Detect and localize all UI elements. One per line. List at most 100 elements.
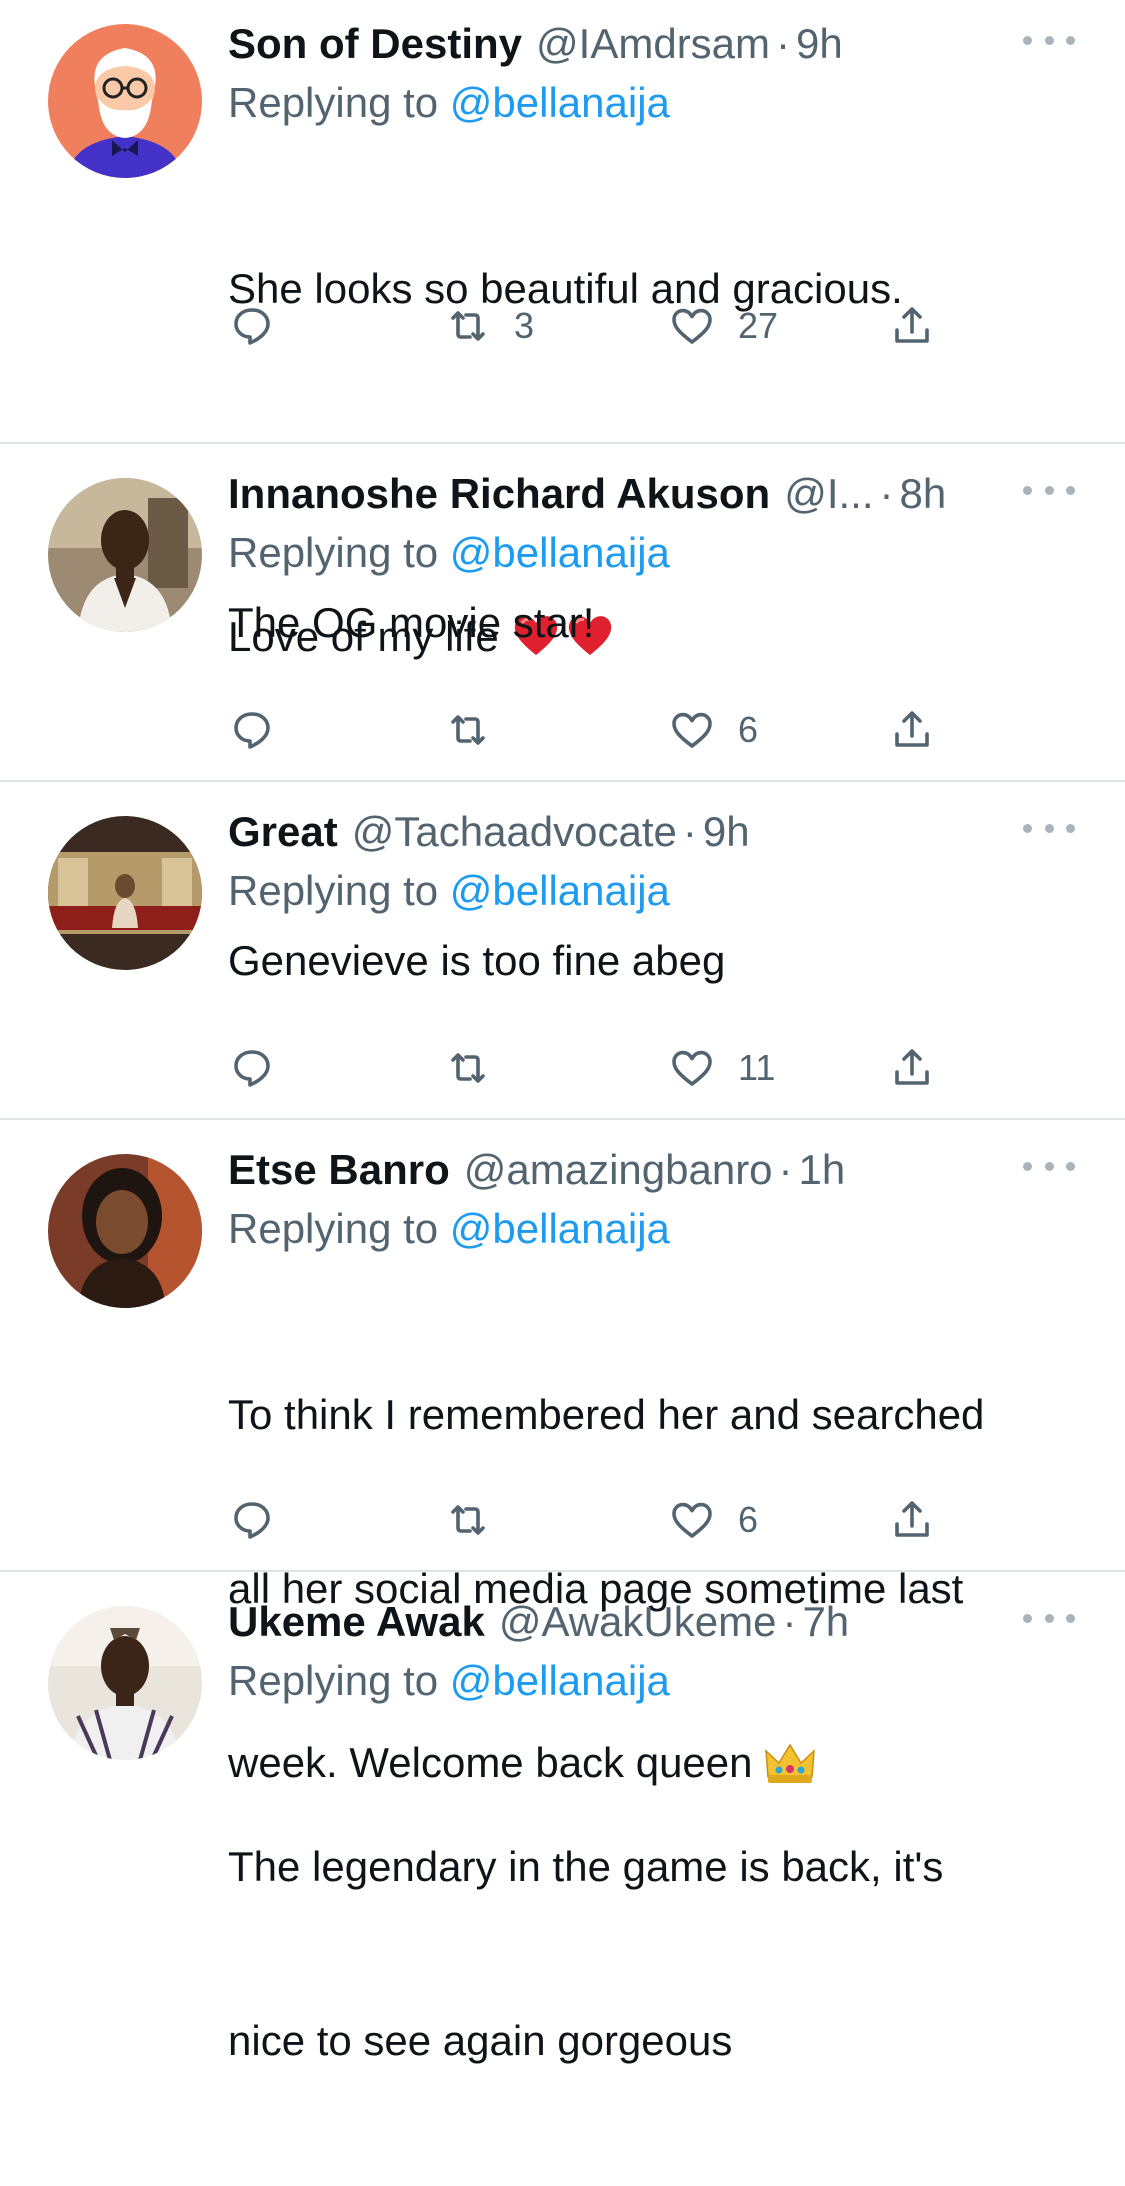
tweet-header: Etse Banro @amazingbanro · 1h bbox=[228, 1140, 1065, 1200]
retweet-icon bbox=[451, 311, 485, 341]
retweet-icon bbox=[451, 1505, 485, 1535]
separator-dot: · bbox=[879, 470, 894, 517]
avatar[interactable] bbox=[48, 478, 202, 632]
like-button[interactable]: 6 bbox=[668, 700, 758, 760]
share-button[interactable] bbox=[888, 1490, 936, 1550]
more-options-icon[interactable] bbox=[1023, 478, 1075, 502]
tweet-header: Ukeme Awak @AwakUkeme · 7h bbox=[228, 1592, 1065, 1652]
tweet[interactable]: Great @Tachaadvocate · 9h Replying to @b… bbox=[0, 782, 1125, 1120]
retweet-icon bbox=[451, 1053, 485, 1083]
handle[interactable]: @AwakUkeme bbox=[499, 1598, 777, 1646]
replying-label: Replying to bbox=[228, 1657, 450, 1704]
share-icon bbox=[895, 307, 929, 343]
display-name[interactable]: Etse Banro bbox=[228, 1146, 450, 1194]
share-icon bbox=[895, 1049, 929, 1085]
avatar[interactable] bbox=[48, 1606, 202, 1760]
retweet-button[interactable] bbox=[444, 1490, 492, 1550]
avatar[interactable] bbox=[48, 816, 202, 970]
retweet-button[interactable] bbox=[444, 700, 492, 760]
more-options-icon[interactable] bbox=[1023, 1606, 1075, 1630]
tweet-header: Great @Tachaadvocate · 9h bbox=[228, 802, 1065, 862]
like-count: 6 bbox=[738, 709, 759, 750]
replying-to: Replying to @bellanaija bbox=[228, 74, 1065, 132]
reply-icon bbox=[234, 1502, 270, 1539]
tweet-text-line: nice to see again gorgeous bbox=[228, 2017, 733, 2064]
reply-button[interactable] bbox=[228, 700, 276, 760]
tweet-actions: 11 bbox=[228, 1038, 929, 1098]
retweet-count: 3 bbox=[514, 305, 535, 346]
reply-icon bbox=[234, 1050, 270, 1087]
retweet-button[interactable]: 3 bbox=[444, 296, 534, 356]
more-options-icon[interactable] bbox=[1023, 28, 1075, 52]
timestamp[interactable]: 7h bbox=[802, 1598, 849, 1646]
tweet-actions: 6 bbox=[228, 1490, 929, 1550]
tweet-actions: 3 27 bbox=[228, 296, 929, 356]
tweet-header: Son of Destiny @IAmdrsam · 9h bbox=[228, 14, 1065, 74]
mention-link[interactable]: @bellanaija bbox=[450, 1657, 670, 1704]
tweet[interactable]: Son of Destiny @IAmdrsam · 9h Replying t… bbox=[0, 0, 1125, 660]
share-icon bbox=[895, 1501, 929, 1537]
mention-link[interactable]: @bellanaija bbox=[450, 867, 670, 914]
tweet-header: Innanoshe Richard Akuson @I... · 8h bbox=[228, 464, 1065, 524]
avatar[interactable] bbox=[48, 1154, 202, 1308]
handle[interactable]: @IAmdrsam bbox=[536, 20, 770, 68]
timestamp[interactable]: 8h bbox=[900, 470, 947, 518]
display-name[interactable]: Son of Destiny bbox=[228, 20, 522, 68]
separator-dot: · bbox=[682, 808, 697, 855]
reply-button[interactable] bbox=[228, 1038, 276, 1098]
more-options-icon[interactable] bbox=[1023, 1154, 1075, 1178]
tweet-text: Genevieve is too fine abeg bbox=[228, 937, 726, 984]
heart-icon bbox=[672, 1502, 712, 1538]
share-button[interactable] bbox=[888, 700, 936, 760]
separator-dot: · bbox=[782, 1598, 797, 1645]
timestamp[interactable]: 1h bbox=[799, 1146, 846, 1194]
tweet[interactable]: Etse Banro @amazingbanro · 1h Replying t… bbox=[0, 1120, 1125, 1786]
replying-label: Replying to bbox=[228, 79, 450, 126]
replying-label: Replying to bbox=[228, 867, 450, 914]
replying-to: Replying to @bellanaija bbox=[228, 1652, 1065, 1710]
share-button[interactable] bbox=[888, 1038, 936, 1098]
tweet-text: The legendary in the game is back, it's … bbox=[228, 1722, 1065, 2186]
display-name[interactable]: Ukeme Awak bbox=[228, 1598, 485, 1646]
mention-link[interactable]: @bellanaija bbox=[450, 1205, 670, 1252]
separator-dot: · bbox=[776, 20, 791, 67]
handle[interactable]: @amazingbanro bbox=[464, 1146, 773, 1194]
mention-link[interactable]: @bellanaija bbox=[450, 529, 670, 576]
handle[interactable]: @Tachaadvocate bbox=[352, 808, 677, 856]
separator-dot: · bbox=[778, 1146, 793, 1193]
display-name[interactable]: Innanoshe Richard Akuson bbox=[228, 470, 770, 518]
replying-to: Replying to @bellanaija bbox=[228, 524, 1065, 582]
like-button[interactable]: 27 bbox=[668, 296, 778, 356]
like-count: 11 bbox=[738, 1047, 776, 1088]
tweet-text-line: The legendary in the game is back, it's bbox=[228, 1843, 944, 1890]
timestamp[interactable]: 9h bbox=[703, 808, 750, 856]
display-name[interactable]: Great bbox=[228, 808, 338, 856]
avatar[interactable] bbox=[48, 24, 202, 178]
tweet[interactable]: Ukeme Awak @AwakUkeme · 7h Replying to @… bbox=[0, 1572, 1125, 2064]
heart-icon bbox=[672, 712, 712, 748]
like-count: 6 bbox=[738, 1499, 759, 1540]
replying-to: Replying to @bellanaija bbox=[228, 1200, 1065, 1258]
replying-to: Replying to @bellanaija bbox=[228, 862, 1065, 920]
replying-label: Replying to bbox=[228, 1205, 450, 1252]
retweet-button[interactable] bbox=[444, 1038, 492, 1098]
reply-button[interactable] bbox=[228, 296, 276, 356]
tweet-actions: 6 bbox=[228, 700, 929, 760]
tweet-text: The OG movie star! bbox=[228, 599, 595, 646]
reply-feed: Son of Destiny @IAmdrsam · 9h Replying t… bbox=[0, 0, 1125, 2064]
heart-icon bbox=[672, 308, 712, 344]
like-button[interactable]: 6 bbox=[668, 1490, 758, 1550]
like-button[interactable]: 11 bbox=[668, 1038, 775, 1098]
reply-button[interactable] bbox=[228, 1490, 276, 1550]
reply-icon bbox=[234, 308, 270, 345]
replying-label: Replying to bbox=[228, 529, 450, 576]
mention-link[interactable]: @bellanaija bbox=[450, 79, 670, 126]
share-button[interactable] bbox=[888, 296, 936, 356]
reply-icon bbox=[234, 712, 270, 749]
tweet-text-line: To think I remembered her and searched bbox=[228, 1391, 985, 1438]
timestamp[interactable]: 9h bbox=[796, 20, 843, 68]
tweet[interactable]: Innanoshe Richard Akuson @I... · 8h Repl… bbox=[0, 444, 1125, 782]
handle[interactable]: @I... bbox=[784, 470, 873, 518]
more-options-icon[interactable] bbox=[1023, 816, 1075, 840]
like-count: 27 bbox=[738, 305, 779, 346]
